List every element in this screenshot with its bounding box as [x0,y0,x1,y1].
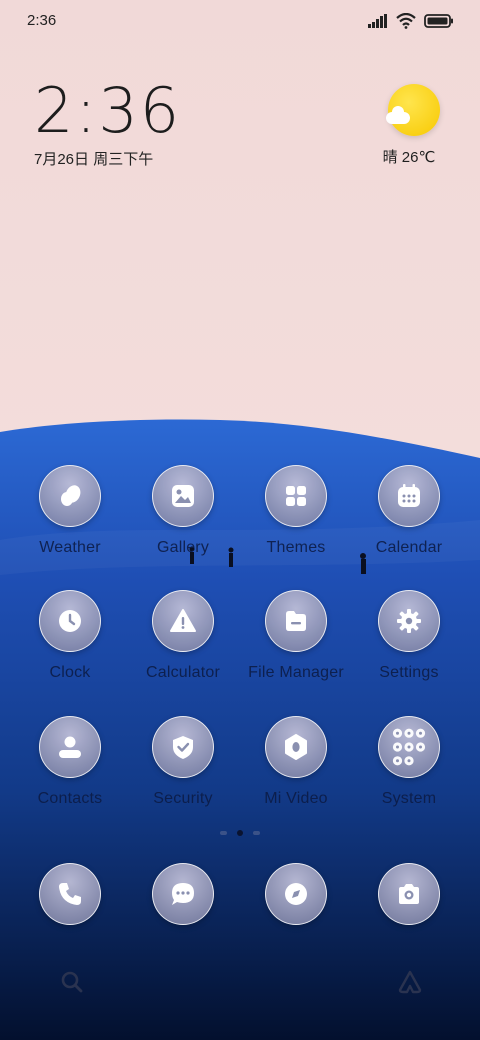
assistant-icon[interactable] [396,968,424,996]
app-calendar[interactable]: Calendar [354,465,464,557]
app-label: Clock [49,664,91,681]
app-label: File Manager [248,664,344,681]
page-dot[interactable] [253,831,260,835]
app-security[interactable]: Security [128,716,238,808]
gear-icon [378,590,440,652]
shield-icon [152,716,214,778]
sunny-cloud-icon [386,84,440,136]
clock-widget[interactable]: 2:36 7月26日 周三下午 [34,78,181,169]
search-icon[interactable] [58,968,86,996]
signal-icon [368,14,387,28]
app-label: Gallery [156,539,210,556]
app-label: Weather [39,539,101,556]
clock-widget-date: 7月26日 周三下午 [34,151,154,168]
video-icon [265,716,327,778]
battery-icon [424,14,453,28]
page-indicator[interactable] [0,830,480,836]
app-label: Contacts [37,790,103,807]
weather-summary: 晴 26℃ [382,149,436,166]
dock-phone[interactable] [15,863,125,925]
page-dot-active[interactable] [237,830,243,836]
camera-icon [378,863,440,925]
app-system-folder[interactable]: System [354,716,464,808]
gallery-icon [152,465,214,527]
status-time: 2:36 [27,12,57,29]
dock-camera[interactable] [354,863,464,925]
weather-widget[interactable]: 晴 26℃ [383,84,444,167]
app-contacts[interactable]: Contacts [15,716,125,808]
app-label: Settings [379,664,439,681]
weather-icon [39,465,101,527]
app-weather[interactable]: Weather [15,465,125,557]
status-icons [368,12,454,30]
status-bar: 2:36 [0,0,480,42]
app-gallery[interactable]: Gallery [128,465,238,557]
themes-icon [265,465,327,527]
clock-icon [39,590,101,652]
app-label: Mi Video [264,790,328,807]
app-calculator[interactable]: Calculator [128,590,238,682]
app-themes[interactable]: Themes [241,465,351,557]
app-label: Calendar [375,539,443,556]
app-clock[interactable]: Clock [15,590,125,682]
app-label: Themes [266,539,326,556]
clock-widget-time: 2:36 [34,74,182,147]
browser-icon [265,863,327,925]
calendar-icon [378,465,440,527]
app-label: Calculator [145,664,221,681]
page-dot[interactable] [220,831,227,835]
app-label: System [381,790,437,807]
app-mi-video[interactable]: Mi Video [241,716,351,808]
wifi-icon [396,13,416,29]
messages-icon [152,863,214,925]
app-settings[interactable]: Settings [354,590,464,682]
folder-grid-icon [378,716,440,778]
calculator-icon [152,590,214,652]
folder-icon [265,590,327,652]
phone-icon [39,863,101,925]
dock-messages[interactable] [128,863,238,925]
app-label: Security [153,790,213,807]
app-file-manager[interactable]: File Manager [241,590,351,682]
contacts-icon [39,716,101,778]
dock-browser[interactable] [241,863,351,925]
